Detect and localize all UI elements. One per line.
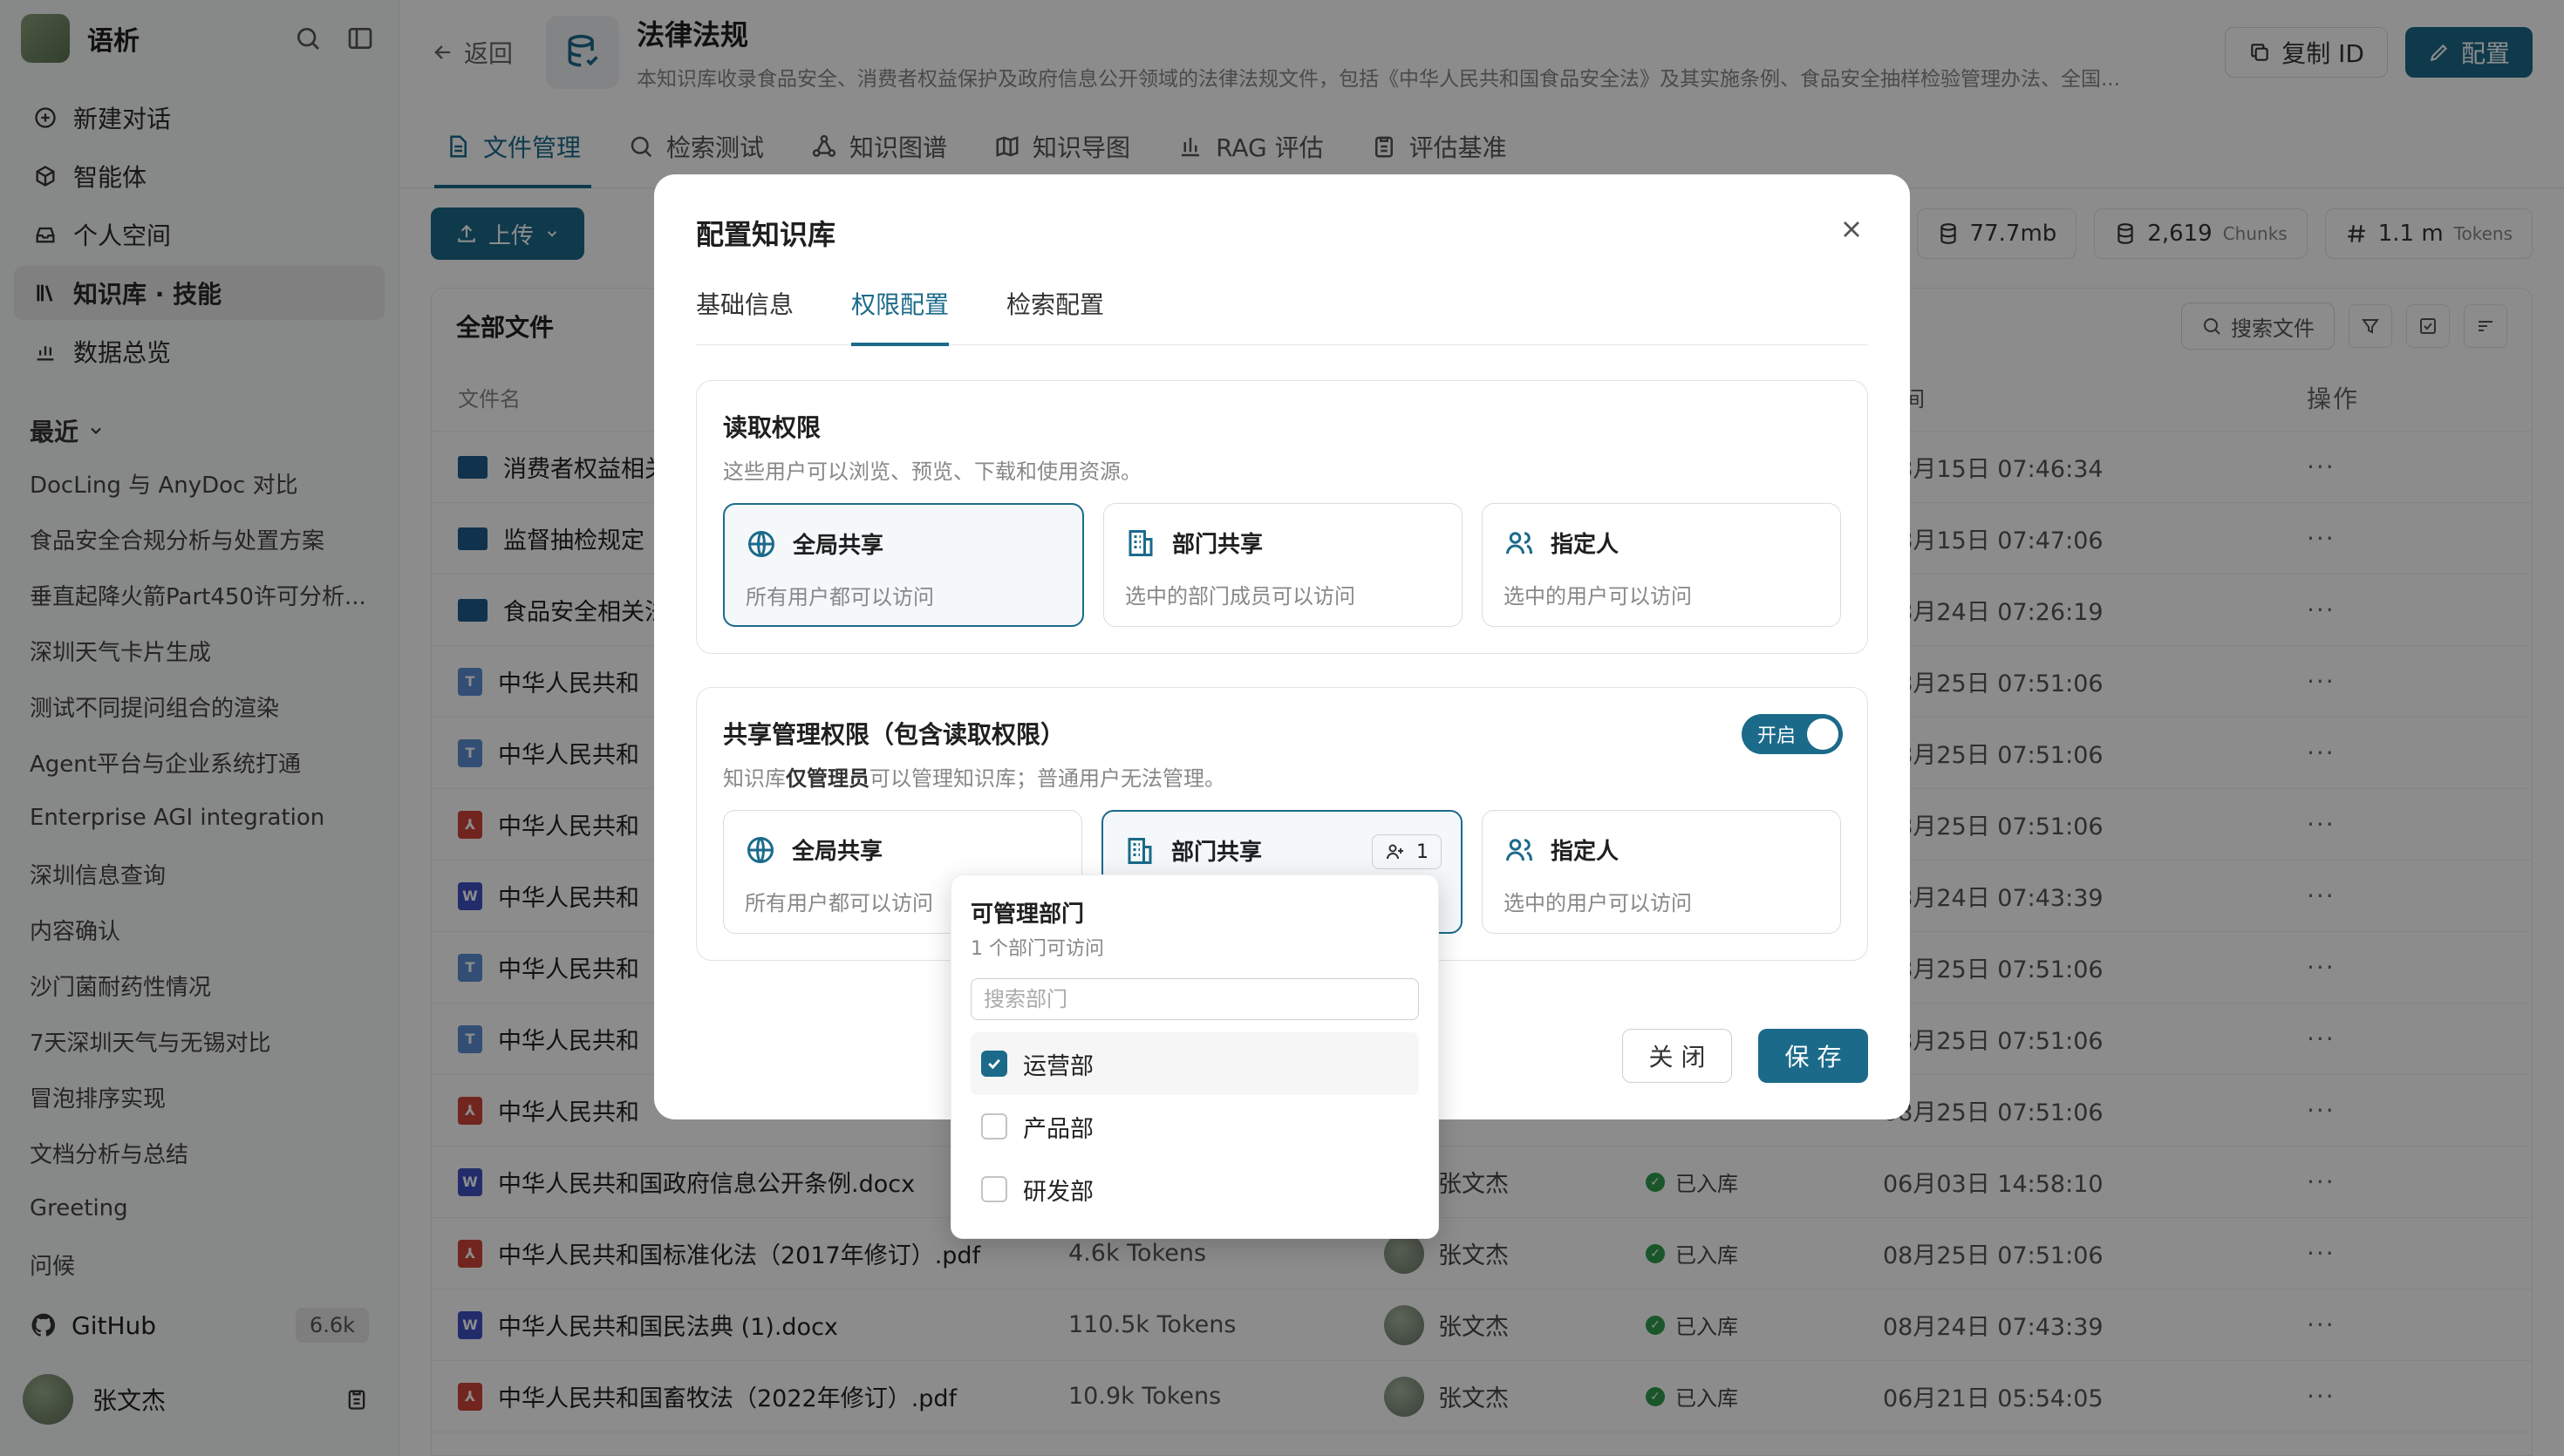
section-title: 读取权限 [723, 413, 822, 442]
department-label: 运营部 [1023, 1052, 1094, 1080]
option-desc: 选中的用户可以访问 [1504, 584, 1692, 609]
users-icon [1506, 838, 1532, 861]
save-button[interactable]: 保 存 [1758, 1029, 1868, 1083]
dropdown-title: 可管理部门 [971, 901, 1085, 928]
option-desc: 选中的用户可以访问 [1504, 891, 1692, 915]
user-plus-icon [1387, 844, 1403, 860]
modal-tabs: 基础信息 权限配置 检索配置 [696, 286, 1868, 346]
department-dropdown: 可管理部门 1 个部门可访问 运营部 产品部 研发部 [951, 874, 1439, 1239]
department-list: 运营部 产品部 研发部 [971, 1032, 1419, 1221]
building-icon [1128, 837, 1152, 864]
read-option-global[interactable]: 全局共享 所有用户都可以访问 [723, 503, 1084, 627]
checkbox[interactable] [981, 1176, 1007, 1202]
users-icon [1506, 531, 1532, 554]
option-desc: 所有用户都可以访问 [745, 891, 933, 915]
close-icon[interactable] [1830, 208, 1873, 251]
department-count-button[interactable]: 1 [1372, 834, 1442, 869]
globe-icon [748, 530, 774, 557]
option-title: 指定人 [1551, 532, 1620, 558]
option-title: 指定人 [1551, 839, 1620, 865]
read-permission-section: 读取权限 这些用户可以浏览、预览、下载和使用资源。 全局共享 所有用户都可以访问… [696, 380, 1868, 654]
checkbox[interactable] [981, 1113, 1007, 1140]
globe-icon [747, 836, 774, 863]
department-count: 1 [1416, 840, 1429, 863]
manage-option-specific-users[interactable]: 指定人 选中的用户可以访问 [1482, 810, 1841, 934]
department-search-input[interactable] [971, 978, 1419, 1020]
option-desc: 所有用户都可以访问 [746, 585, 934, 609]
tab-basic-info[interactable]: 基础信息 [696, 286, 794, 345]
dropdown-subtitle: 1 个部门可访问 [971, 938, 1104, 960]
option-title: 全局共享 [792, 839, 883, 865]
tab-retrieval-config[interactable]: 检索配置 [1006, 286, 1104, 345]
manage-permission-toggle[interactable]: 开启 [1742, 714, 1843, 754]
option-desc: 选中的部门成员可以访问 [1125, 584, 1355, 609]
department-item-rd[interactable]: 研发部 [971, 1158, 1419, 1221]
read-option-specific-users[interactable]: 指定人 选中的用户可以访问 [1482, 503, 1841, 627]
section-title: 共享管理权限（包含读取权限） [723, 720, 1066, 749]
modal-title: 配置知识库 [696, 218, 836, 251]
option-title: 部门共享 [1172, 532, 1264, 558]
department-label: 研发部 [1023, 1178, 1094, 1206]
read-option-department[interactable]: 部门共享 选中的部门成员可以访问 [1103, 503, 1463, 627]
option-title: 全局共享 [793, 533, 884, 559]
department-label: 产品部 [1023, 1115, 1094, 1143]
building-icon [1129, 529, 1153, 556]
checkbox-checked[interactable] [981, 1051, 1007, 1077]
tab-permissions[interactable]: 权限配置 [851, 286, 950, 346]
department-item-product[interactable]: 产品部 [971, 1095, 1419, 1158]
section-desc: 知识库仅管理员可以管理知识库；普通用户无法管理。 [723, 766, 1225, 791]
option-title: 部门共享 [1171, 840, 1263, 866]
close-button[interactable]: 关 闭 [1622, 1029, 1732, 1083]
department-item-ops[interactable]: 运营部 [971, 1032, 1419, 1095]
toggle-label: 开启 [1757, 725, 1797, 747]
section-desc: 这些用户可以浏览、预览、下载和使用资源。 [723, 459, 1142, 484]
